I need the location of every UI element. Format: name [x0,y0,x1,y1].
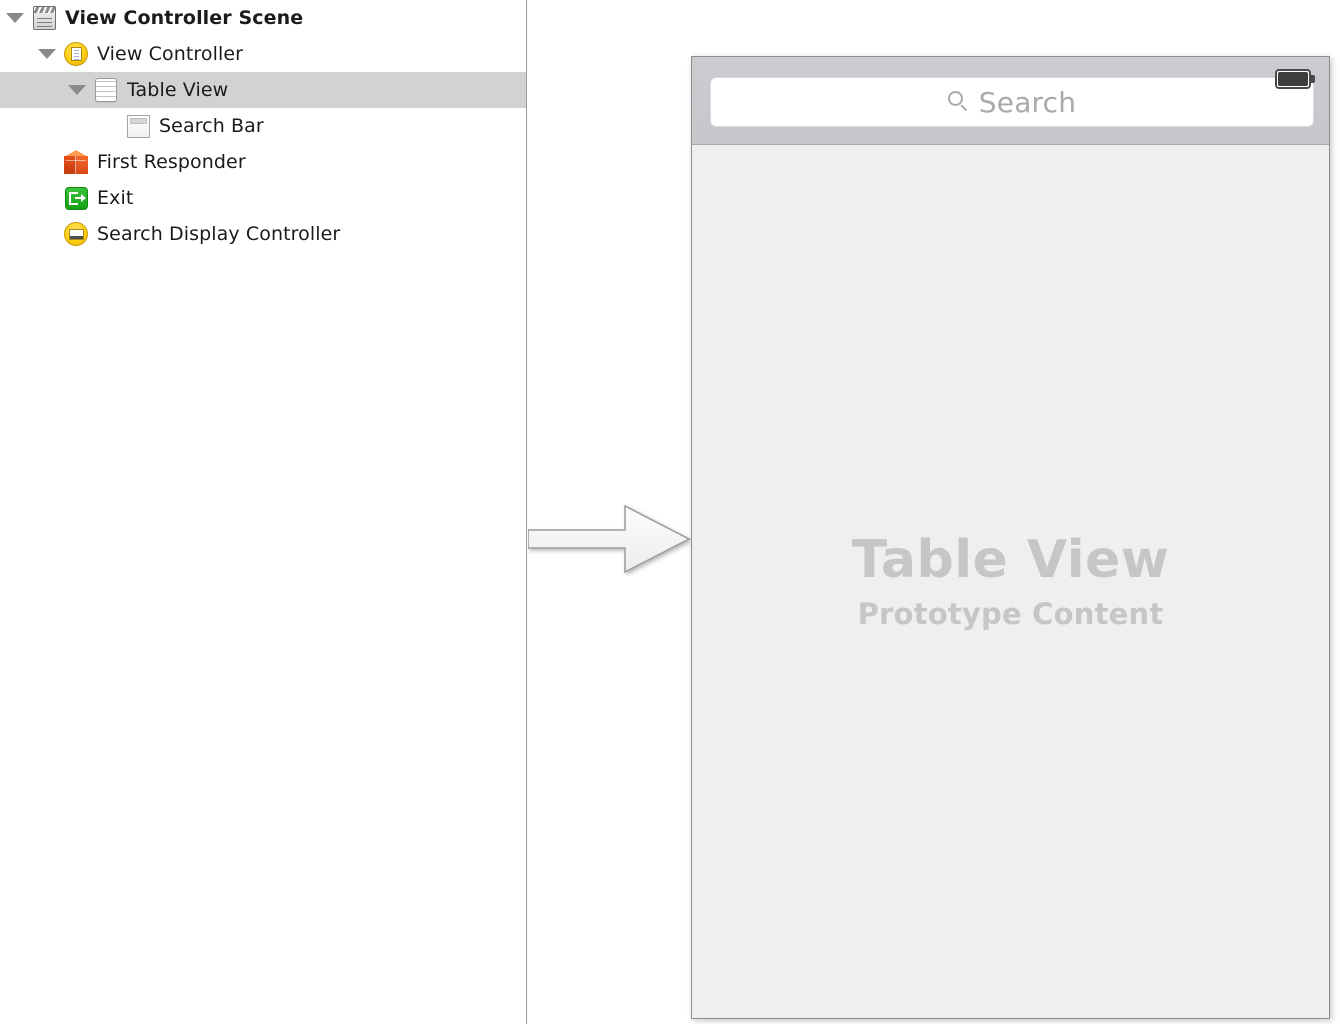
battery-icon [1275,69,1317,89]
disclosure-triangle-icon[interactable] [68,85,86,95]
outline-row-table-view[interactable]: Table View [0,72,526,108]
storyboard-canvas[interactable]: Search Table View Prototype Content [528,0,1340,1024]
table-view-placeholder-subtitle: Prototype Content [857,597,1164,632]
outline-row-label: Table View [127,79,229,101]
search-display-controller-icon [63,221,89,247]
view-controller-scene-frame[interactable]: Search Table View Prototype Content [691,56,1330,1019]
table-view-icon [93,77,119,103]
outline-row-search-display-controller[interactable]: Search Display Controller [0,216,526,252]
storyboard-entry-point-arrow[interactable] [528,502,694,576]
outline-row-view-controller[interactable]: View Controller [0,36,526,72]
table-view-placeholder-title: Table View [851,529,1170,590]
outline-row-label: First Responder [97,151,246,173]
search-placeholder-text: Search [978,85,1077,119]
exit-icon [63,185,89,211]
outline-row-first-responder[interactable]: First Responder [0,144,526,180]
outline-row-label: Search Bar [159,115,264,137]
scene-clapperboard-icon [31,5,57,31]
outline-row-label: View Controller [97,43,244,65]
search-icon [947,91,970,113]
outline-row-label: Exit [97,187,134,209]
outline-row-exit[interactable]: Exit [0,180,526,216]
search-bar-region[interactable]: Search [692,57,1329,145]
outline-row-label: View Controller Scene [65,7,304,29]
search-input[interactable]: Search [710,77,1314,127]
search-bar-icon [125,113,151,139]
outline-row-label: Search Display Controller [97,223,341,245]
view-controller-icon [63,41,89,67]
disclosure-triangle-icon[interactable] [38,49,56,59]
table-view-content-area[interactable]: Table View Prototype Content [692,146,1329,1018]
disclosure-triangle-icon[interactable] [6,13,24,23]
outline-row-search-bar[interactable]: Search Bar [0,108,526,144]
first-responder-cube-icon [63,149,89,175]
outline-row-view-controller-scene[interactable]: View Controller Scene [0,0,526,36]
document-outline-panel[interactable]: View Controller Scene View Controller Ta… [0,0,527,1024]
